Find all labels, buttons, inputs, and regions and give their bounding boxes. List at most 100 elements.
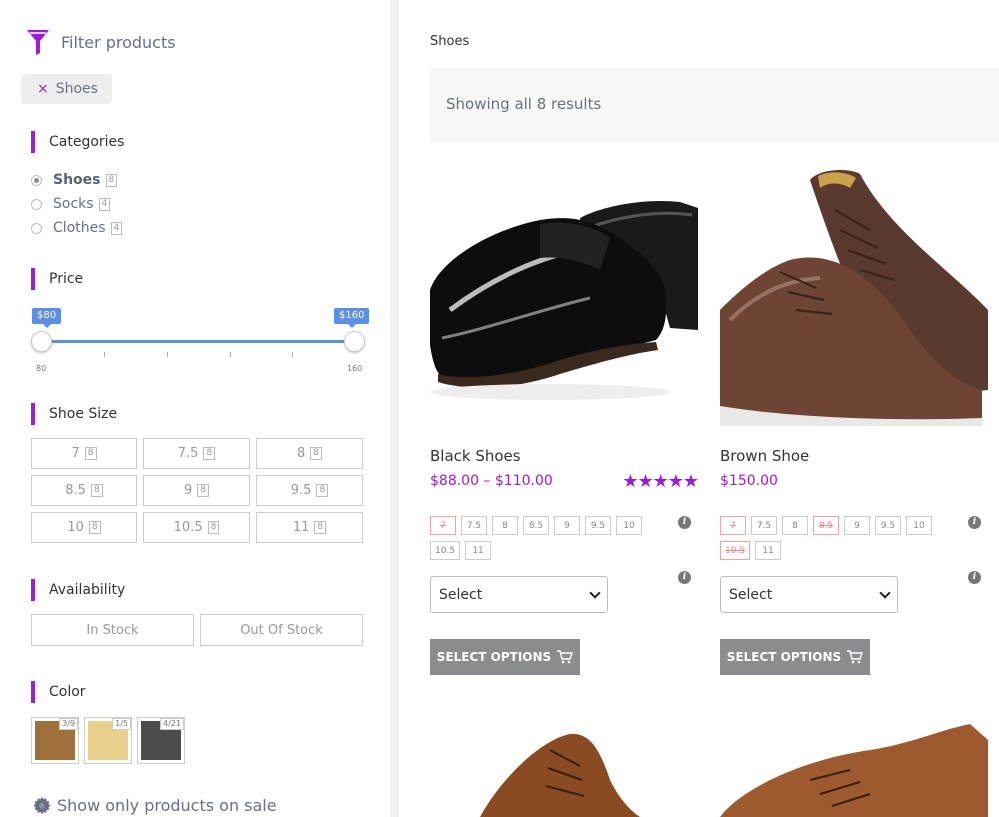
swatch-count: 4/21 — [160, 718, 184, 730]
info-icon[interactable]: i — [968, 516, 981, 529]
category-item-socks[interactable]: Socks 4 — [31, 192, 122, 216]
size-option-9[interactable]: 98 — [143, 475, 250, 506]
product-image[interactable] — [430, 160, 698, 426]
swatch-count: 1/5 — [112, 718, 131, 730]
slider-tick — [230, 352, 231, 357]
product-card: Black Shoes $88.00 – $110.00 ★★★★★ 7 7.5… — [430, 160, 699, 675]
size-chip[interactable]: 9 — [554, 516, 580, 535]
size-chip[interactable]: 10.5 — [430, 541, 461, 560]
brown-derby-image — [720, 720, 988, 817]
info-icon[interactable]: i — [968, 571, 981, 584]
breadcrumb: Shoes — [430, 34, 470, 49]
cart-icon — [847, 650, 864, 664]
category-item-clothes[interactable]: Clothes 4 — [31, 216, 123, 240]
size-option-10[interactable]: 10 8 — [31, 512, 137, 543]
active-filter-label: Shoes — [55, 81, 98, 97]
size-label: 8 — [296, 446, 306, 461]
in-stock-button[interactable]: In Stock — [31, 614, 194, 646]
size-chip[interactable]: 8 — [492, 516, 518, 535]
product-title[interactable]: Brown Shoe — [720, 447, 809, 465]
brown-oxford-image — [430, 720, 698, 817]
size-chip[interactable]: 10 — [616, 516, 642, 535]
size-label: 9.5 — [290, 483, 312, 498]
price-min-handle[interactable] — [31, 331, 52, 352]
size-label: 8.5 — [65, 483, 86, 498]
size-count: 8 — [84, 447, 97, 460]
color-swatch-beige[interactable]: 1/5 — [84, 717, 132, 764]
result-count: Showing all 8 results — [446, 95, 602, 113]
out-of-stock-button[interactable]: Out Of Stock — [200, 614, 363, 646]
sale-toggle-label: Show only products on sale — [57, 796, 277, 815]
product-image[interactable] — [720, 160, 988, 426]
size-chip[interactable]: 7.5 — [751, 516, 777, 535]
product-size-list: 7 7.5 8 8.5 9 9.5 10 10.5 11 — [720, 516, 940, 560]
size-option-9-5[interactable]: 9.5 8 — [256, 475, 363, 506]
chevron-down-icon — [589, 586, 601, 599]
color-heading-text: Color — [49, 684, 86, 700]
category-item-shoes[interactable]: Shoes 8 — [31, 168, 122, 192]
size-chip-oos[interactable]: 8.5 — [813, 516, 839, 535]
remove-filter-icon[interactable]: × — [37, 81, 49, 97]
select-options-button[interactable]: SELECT OPTIONS — [720, 639, 870, 675]
size-chip[interactable]: 8 — [782, 516, 808, 535]
size-label: 7.5 — [177, 446, 199, 461]
size-chip-oos[interactable]: 10.5 — [720, 541, 751, 560]
size-option-10-5[interactable]: 10.5 8 — [143, 512, 250, 543]
select-options-button[interactable]: SELECT OPTIONS — [430, 639, 580, 675]
sale-only-toggle[interactable]: Show only products on sale — [33, 796, 277, 815]
size-chip[interactable]: 10 — [906, 516, 932, 535]
size-count: 8 — [197, 484, 209, 497]
category-list: Shoes 8 Socks 4 Clothes 4 — [31, 168, 123, 240]
info-icon[interactable]: i — [678, 571, 691, 584]
size-chip[interactable]: 11 — [755, 541, 782, 560]
color-swatch-dark-gray[interactable]: 4/21 — [137, 717, 185, 764]
categories-heading-text: Categories — [49, 134, 125, 150]
active-filter-chip[interactable]: × Shoes — [21, 74, 112, 104]
size-chip-oos[interactable]: 7 — [430, 516, 456, 535]
size-chip[interactable]: 7.5 — [461, 516, 487, 535]
price-range-min-label: 80 — [36, 364, 47, 373]
price-slider-track[interactable] — [41, 340, 355, 343]
price-max-handle[interactable] — [344, 331, 365, 352]
size-chip[interactable]: 9 — [844, 516, 870, 535]
select-value: Select — [439, 586, 483, 603]
variation-select[interactable]: Select — [720, 576, 898, 613]
size-option-7-5[interactable]: 7.5 8 — [143, 438, 250, 469]
section-accent-bar — [31, 403, 35, 425]
size-option-8-5[interactable]: 8.5 8 — [31, 475, 137, 506]
size-option-7[interactable]: 78 — [31, 438, 137, 469]
size-count: 8 — [316, 484, 329, 497]
product-image[interactable] — [430, 720, 698, 817]
price-heading: Price — [31, 268, 83, 290]
variation-select[interactable]: Select — [430, 576, 608, 613]
size-option-11[interactable]: 11 8 — [256, 512, 363, 543]
size-count: 8 — [314, 521, 327, 534]
black-shoe-image — [430, 160, 698, 426]
availability-options: In Stock Out Of Stock — [31, 614, 363, 646]
radio-icon[interactable] — [31, 222, 42, 234]
product-title[interactable]: Black Shoes — [430, 447, 521, 465]
size-chip[interactable]: 11 — [465, 541, 492, 560]
size-chip[interactable]: 9.5 — [585, 516, 611, 535]
info-icon[interactable]: i — [678, 516, 691, 529]
shoe-size-grid: 78 7.5 8 88 8.5 8 98 9.5 8 10 8 10.5 8 11 8 — [31, 438, 363, 543]
slider-tick — [292, 352, 293, 357]
filter-title: Filter products — [61, 32, 176, 52]
radio-icon[interactable] — [31, 198, 42, 210]
availability-heading: Availability — [31, 579, 125, 601]
size-count: 8 — [88, 521, 101, 534]
radio-selected-icon[interactable] — [31, 174, 42, 186]
size-chip-oos[interactable]: 7 — [720, 516, 746, 535]
section-accent-bar — [31, 131, 35, 153]
size-chip[interactable]: 9.5 — [875, 516, 901, 535]
category-label: Clothes — [53, 220, 106, 236]
color-swatch-brown[interactable]: 3/9 — [31, 717, 79, 764]
shoe-size-heading: Shoe Size — [31, 403, 117, 425]
product-image[interactable] — [720, 720, 988, 817]
size-chip[interactable]: 8.5 — [523, 516, 549, 535]
slider-tick — [104, 352, 105, 357]
size-option-8[interactable]: 88 — [256, 438, 363, 469]
filter-header: Filter products — [26, 28, 176, 56]
swatch-count: 3/9 — [59, 718, 78, 730]
price-heading-text: Price — [49, 271, 84, 287]
